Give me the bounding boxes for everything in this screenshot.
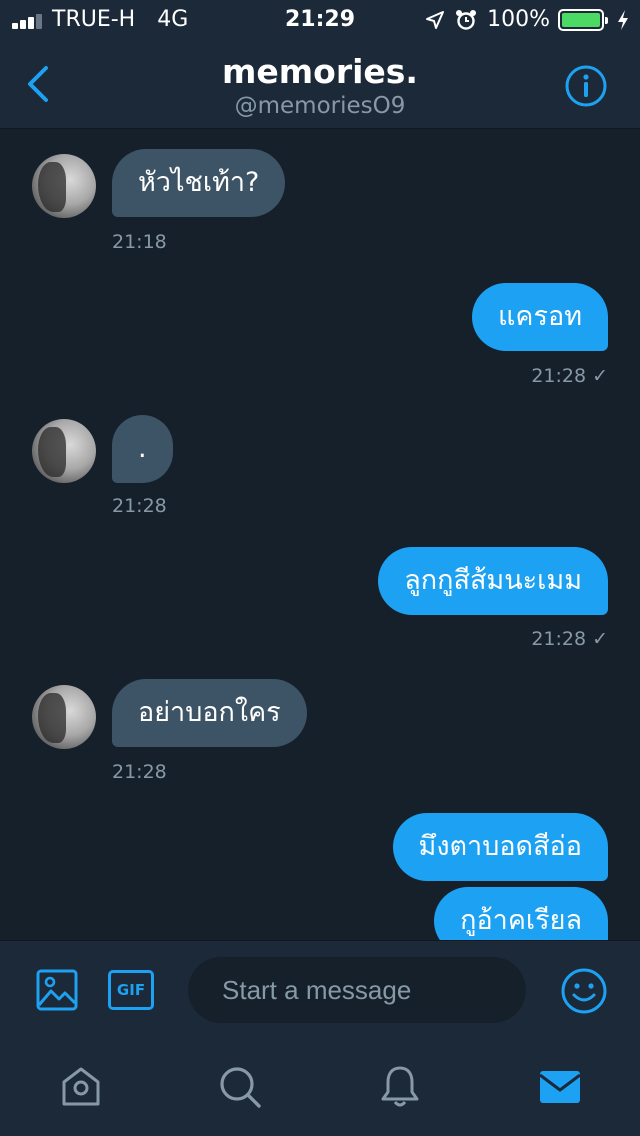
incoming-message-bubble[interactable]: หัวไชเท้า?: [112, 149, 286, 217]
home-icon[interactable]: [58, 1064, 104, 1110]
outgoing-message-bubble[interactable]: กูอ้าคเรียล: [434, 887, 608, 940]
info-icon[interactable]: [564, 64, 608, 108]
battery-icon: [558, 8, 608, 31]
battery-percent: 100%: [487, 7, 550, 32]
avatar[interactable]: [32, 685, 96, 749]
battery-level: [562, 12, 600, 27]
outgoing-message-bubble[interactable]: แครอท: [472, 283, 608, 351]
conversation-header: memories. @memoriesO9: [0, 40, 640, 128]
conversation-title-block[interactable]: memories. @memoriesO9: [120, 52, 520, 120]
location-arrow-icon: [426, 10, 445, 29]
message-list[interactable]: หัวไชเท้า? 21:18 แครอท 21:28 ✓ . 21:28 ลู…: [0, 129, 640, 940]
message-composer: GIF: [0, 940, 640, 1040]
conversation-handle: @memoriesO9: [234, 93, 406, 119]
incoming-message-bubble[interactable]: .: [112, 415, 173, 483]
outgoing-message-bubble[interactable]: มึงตาบอดสีอ่อ: [392, 813, 608, 881]
message-timestamp: 21:28 ✓: [531, 628, 608, 650]
read-check-icon: ✓: [592, 365, 608, 387]
smiley-icon[interactable]: [560, 967, 608, 1015]
search-icon[interactable]: [217, 1064, 263, 1110]
message-timestamp: 21:28 ✓: [531, 365, 608, 387]
outgoing-message-bubble[interactable]: ลูกกูสีส้มนะเมม: [378, 547, 608, 615]
avatar[interactable]: [32, 419, 96, 483]
timestamp-text: 21:28: [531, 365, 587, 387]
status-bar: TRUE-H 4G 21:29 100%: [0, 0, 640, 40]
bell-icon[interactable]: [377, 1064, 423, 1110]
incoming-message-bubble[interactable]: อย่าบอกใคร: [112, 679, 307, 747]
gif-button[interactable]: GIF: [108, 970, 154, 1010]
alarm-clock-icon: [456, 9, 477, 30]
read-check-icon: ✓: [592, 628, 608, 650]
image-icon[interactable]: [36, 969, 78, 1011]
message-input[interactable]: [188, 957, 526, 1023]
avatar[interactable]: [32, 154, 96, 218]
back-chevron-icon[interactable]: [20, 62, 60, 106]
header-area: TRUE-H 4G 21:29 100% memories. @memories…: [0, 0, 640, 129]
conversation-title: memories.: [222, 52, 418, 91]
mail-icon[interactable]: [537, 1064, 583, 1110]
message-timestamp: 21:18: [112, 231, 167, 253]
tab-bar: [0, 1040, 640, 1136]
timestamp-text: 21:28: [531, 628, 587, 650]
message-timestamp: 21:28: [112, 761, 167, 783]
charging-bolt-icon: [618, 9, 628, 30]
message-timestamp: 21:28: [112, 495, 167, 517]
